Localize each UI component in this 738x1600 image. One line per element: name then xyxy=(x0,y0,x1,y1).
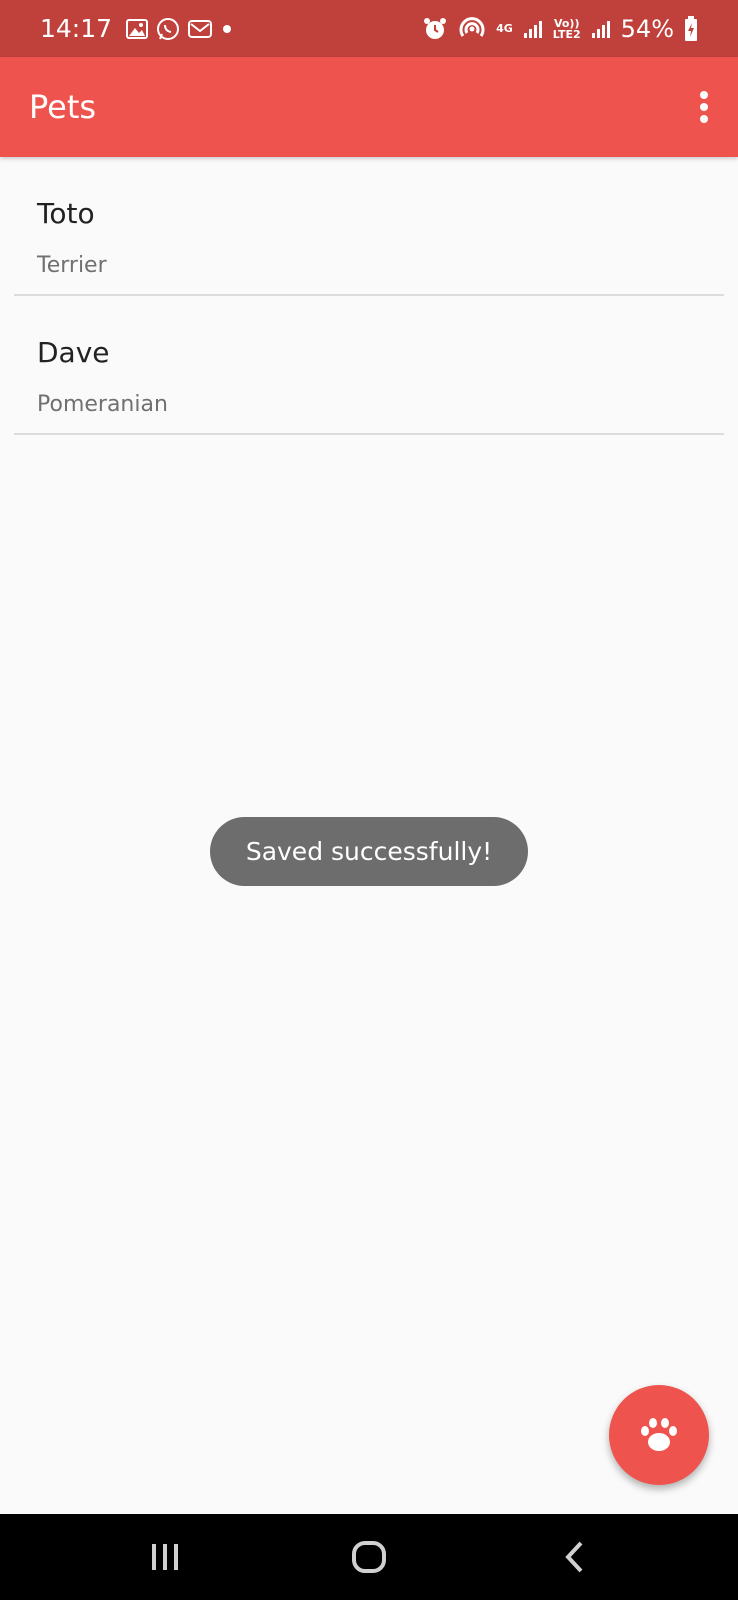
overflow-menu-button[interactable] xyxy=(692,87,716,127)
alarm-icon xyxy=(422,16,448,42)
signal-icon xyxy=(523,19,543,39)
pet-breed: Pomeranian xyxy=(37,392,168,417)
battery-charging-icon xyxy=(684,15,698,42)
network-type: 4G xyxy=(496,22,513,35)
battery-percent: 54% xyxy=(620,14,674,43)
pet-list: Toto Terrier Dave Pomeranian xyxy=(14,157,724,435)
home-icon xyxy=(352,1541,386,1573)
system-icons: 4G Vo)) LTE2 54% xyxy=(422,15,698,43)
notification-icons xyxy=(126,17,234,41)
gallery-icon xyxy=(126,18,149,39)
email-icon xyxy=(188,19,213,39)
volte-label: Vo)) LTE2 xyxy=(552,16,581,41)
list-item[interactable]: Toto Terrier xyxy=(14,157,724,296)
app-bar: Pets xyxy=(0,57,738,157)
pet-name: Dave xyxy=(37,336,110,369)
list-item[interactable]: Dave Pomeranian xyxy=(14,296,724,435)
navigation-bar xyxy=(0,1514,738,1600)
back-button[interactable] xyxy=(540,1514,610,1600)
recents-icon xyxy=(152,1544,178,1570)
more-vert-icon xyxy=(700,91,708,99)
status-bar: 14:17 4G Vo)) LTE2 54% xyxy=(0,0,738,57)
home-button[interactable] xyxy=(334,1514,404,1600)
pet-name: Toto xyxy=(37,197,95,230)
status-time: 14:17 xyxy=(40,14,113,43)
pet-breed: Terrier xyxy=(37,253,107,278)
toast-message: Saved successfully! xyxy=(210,817,528,886)
whatsapp-icon xyxy=(156,17,180,41)
back-icon xyxy=(565,1541,583,1573)
paw-icon xyxy=(641,1418,677,1451)
dot-icon xyxy=(220,22,234,36)
signal-icon-2 xyxy=(591,19,611,39)
page-title: Pets xyxy=(29,88,97,126)
hotspot-icon xyxy=(458,16,486,42)
add-pet-button[interactable] xyxy=(609,1385,709,1485)
recent-apps-button[interactable] xyxy=(130,1514,200,1600)
